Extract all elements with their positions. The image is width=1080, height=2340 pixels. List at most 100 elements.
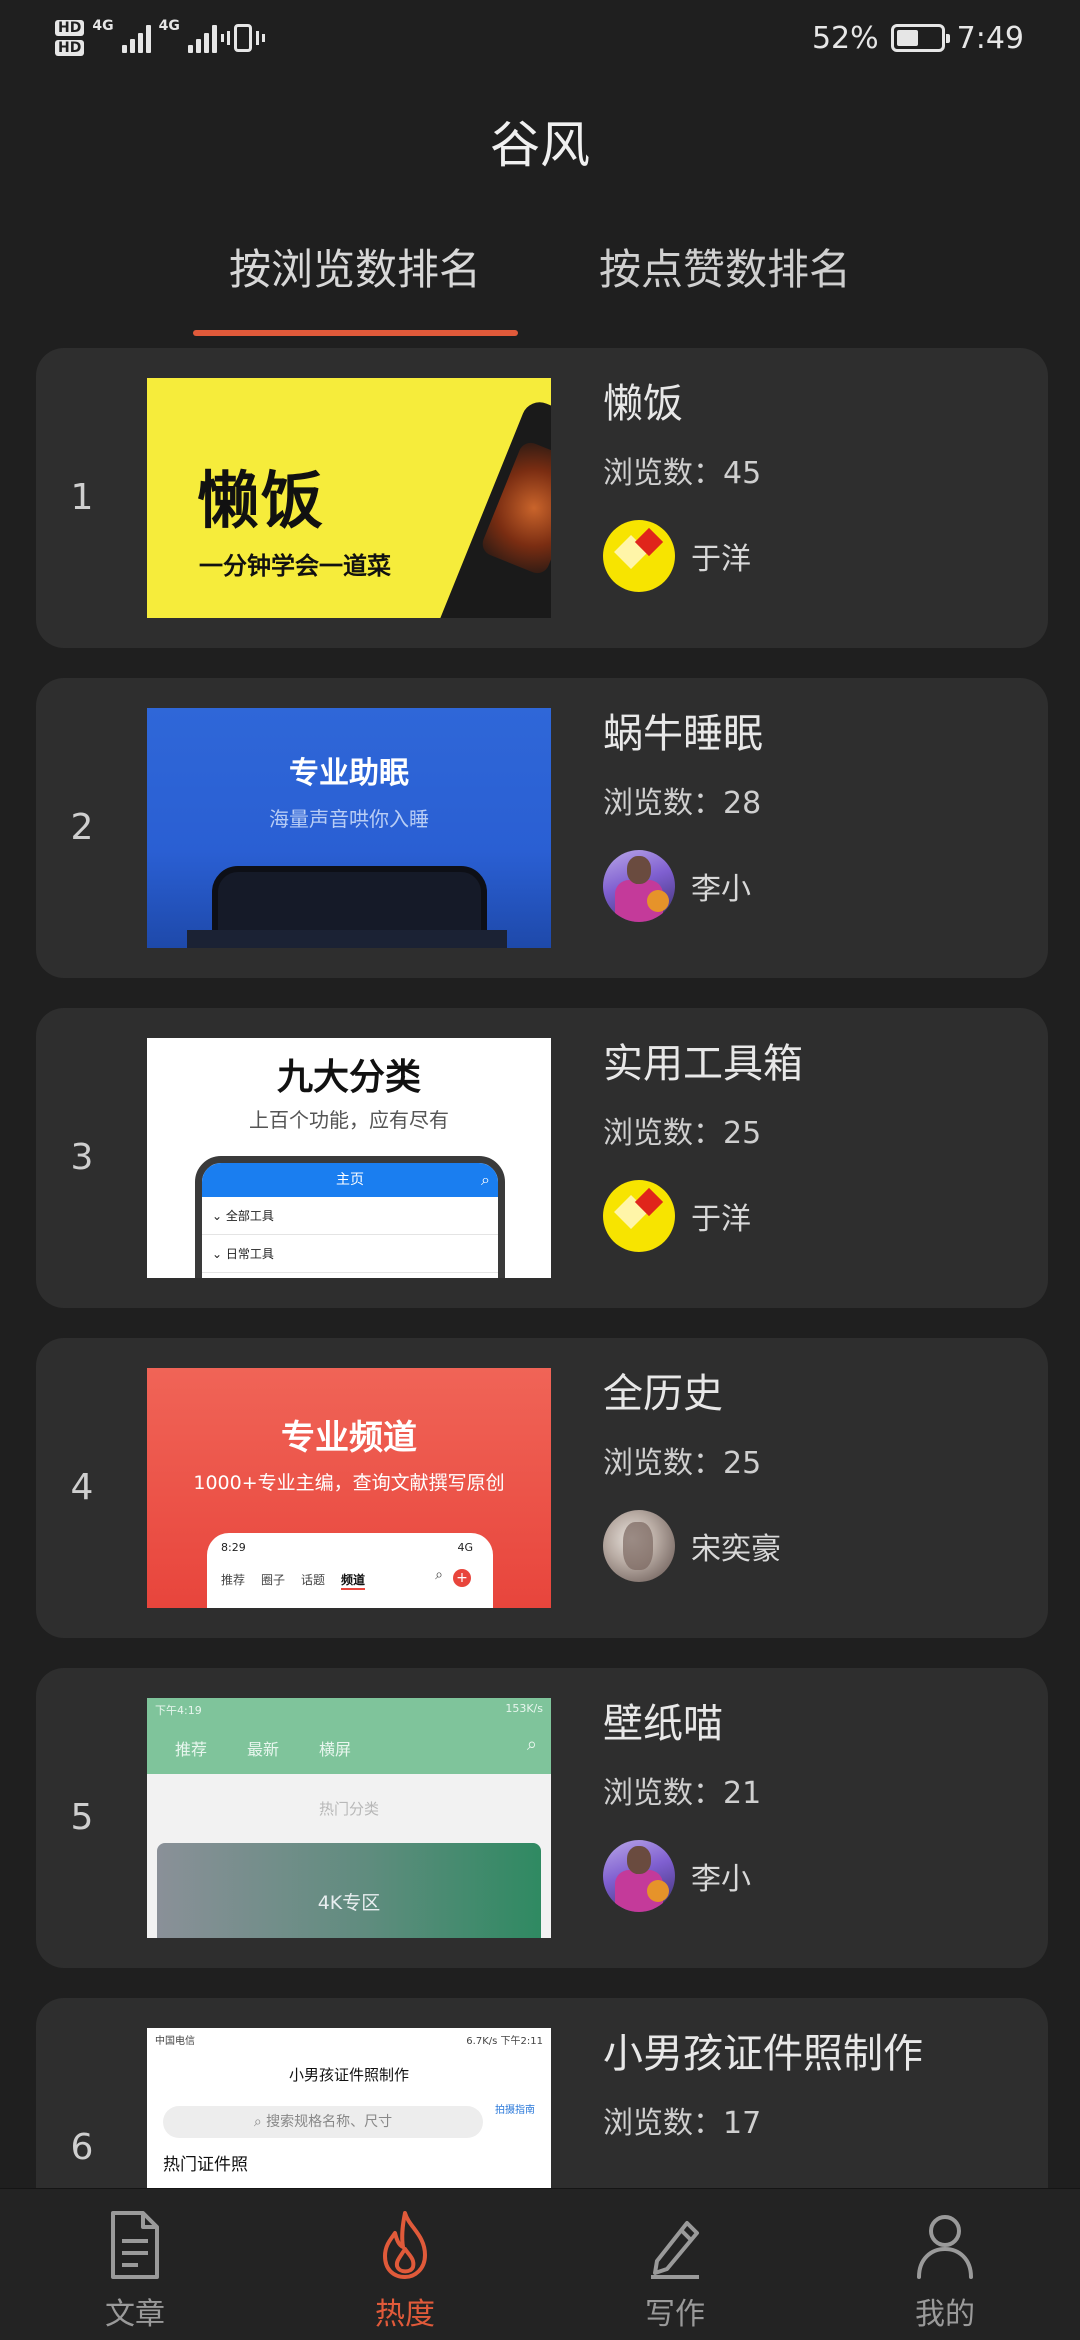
rank-number: 1 xyxy=(70,477,94,518)
phone-clock: 下午2:11 xyxy=(500,2036,543,2047)
signal-icon-2 xyxy=(187,23,217,53)
status-left: HD HD 4G 4G xyxy=(55,14,265,62)
search-icon: ⌕ xyxy=(435,1567,443,1583)
thumbnail-subtitle: 上百个功能，应有尽有 xyxy=(249,1108,449,1132)
app-thumbnail: 九大分类 上百个功能，应有尽有 主页 ⌕ ⌄ 全部工具 ⌄ 日常工具 xyxy=(147,1038,551,1278)
item-title: 实用工具箱 xyxy=(603,1041,803,1087)
phone-row: ⌄ 日常工具 xyxy=(202,1235,498,1273)
author-name: 宋奕豪 xyxy=(691,1532,781,1567)
section-label: 热门分类 xyxy=(318,1800,379,1818)
avatar xyxy=(603,520,675,592)
view-count: 浏览数：25 xyxy=(603,1446,762,1481)
author[interactable]: 宋奕豪 xyxy=(603,1510,1043,1582)
item-info: 懒饭 浏览数：45 于洋 xyxy=(603,376,1043,592)
search-icon: ⌕ xyxy=(481,1170,490,1189)
tab-strip-image xyxy=(187,930,507,948)
network-type-1: 4G xyxy=(92,18,114,34)
item-info: 壁纸喵 浏览数：21 李小 xyxy=(603,1696,1043,1912)
avatar xyxy=(603,1180,675,1252)
list-item[interactable]: 5 下午4:19 153K/s 推荐 最新 横屏 ⌕ 热门分类 4K专区 壁纸喵… xyxy=(36,1668,1048,1968)
phone-tab: 推荐 xyxy=(175,1740,208,1759)
phone-tabs: 推荐 圈子 话题 频道 xyxy=(221,1571,366,1590)
phone-speed: 153K/s xyxy=(505,1702,543,1715)
author-name: 于洋 xyxy=(691,1202,751,1237)
tab-rank-by-views[interactable]: 按浏览数排名 xyxy=(195,230,515,310)
thumbnail-headline: 专业助眠 xyxy=(289,756,409,791)
tab-rank-by-likes[interactable]: 按点赞数排名 xyxy=(570,230,880,310)
phone-time: 8:29 xyxy=(221,1541,246,1554)
rank-number: 5 xyxy=(70,1797,94,1838)
nav-hot[interactable]: 热度 xyxy=(305,2189,505,2340)
signal-icon-1 xyxy=(121,23,151,53)
thumbnail-subtitle: 一分钟学会一道菜 xyxy=(199,552,391,580)
battery-fill xyxy=(896,30,919,46)
phone-tab: 横屏 xyxy=(319,1740,352,1759)
phone-tab: 话题 xyxy=(301,1573,326,1587)
phone-row-label: 全部工具 xyxy=(225,1209,274,1223)
view-count: 浏览数：45 xyxy=(603,456,762,491)
thumbnail-subtitle: 1000+专业主编，查询文献撰写原创 xyxy=(193,1472,505,1494)
app-thumbnail: 专业助眠 海量声音哄你入睡 xyxy=(147,708,551,948)
item-info: 全历史 浏览数：25 宋奕豪 xyxy=(603,1366,1043,1582)
nav-article[interactable]: 文章 xyxy=(35,2189,235,2340)
author[interactable]: 于洋 xyxy=(603,1180,1043,1252)
list-item[interactable]: 1 懒饭 一分钟学会一道菜 懒饭 浏览数：45 于洋 xyxy=(36,348,1048,648)
battery-percent: 52% xyxy=(811,20,879,56)
author-name: 于洋 xyxy=(691,542,751,577)
view-count: 浏览数：17 xyxy=(603,2106,762,2141)
phone-image: 8:29 4G 推荐 圈子 话题 频道 ⌕ + xyxy=(207,1533,493,1608)
thumbnail-subtitle: 海量声音哄你入睡 xyxy=(269,807,429,831)
nav-label: 文章 xyxy=(105,2297,165,2332)
author[interactable]: 李小 xyxy=(603,1840,1043,1912)
hd-indicators: HD HD xyxy=(55,20,85,56)
item-info: 小男孩证件照制作 浏览数：17 xyxy=(603,2026,1043,2144)
battery-icon xyxy=(890,24,950,52)
page-title: 谷风 xyxy=(490,116,590,174)
phone-tab: 圈子 xyxy=(261,1573,286,1587)
item-title: 懒饭 xyxy=(603,381,683,427)
ranking-list: 1 懒饭 一分钟学会一道菜 懒饭 浏览数：45 于洋 2 专业助眠 海量声音哄你… xyxy=(36,348,1048,2328)
status-bar: HD HD 4G 4G 52% 7:49 xyxy=(0,0,1080,80)
flame-icon xyxy=(383,2211,427,2279)
status-right: 52% 7:49 xyxy=(812,14,1024,62)
clock: 7:49 xyxy=(956,20,1024,56)
list-item[interactable]: 3 九大分类 上百个功能，应有尽有 主页 ⌕ ⌄ 全部工具 ⌄ 日常工具 实用工具… xyxy=(36,1008,1048,1308)
item-title: 小男孩证件照制作 xyxy=(603,2031,923,2077)
rank-number: 2 xyxy=(70,807,94,848)
person-icon xyxy=(917,2215,973,2279)
pen-icon xyxy=(651,2221,699,2279)
avatar xyxy=(603,1840,675,1912)
ranking-tabs: 按浏览数排名 按点赞数排名 xyxy=(0,230,1080,340)
item-title: 蜗牛睡眠 xyxy=(603,711,763,757)
list-item[interactable]: 4 专业频道 1000+专业主编，查询文献撰写原创 8:29 4G 推荐 圈子 … xyxy=(36,1338,1048,1638)
thumbnail-headline: 懒饭 xyxy=(197,464,326,537)
rank-number: 3 xyxy=(70,1137,94,1178)
phone-search-placeholder: 搜索规格名称、尺寸 xyxy=(266,2114,393,2130)
author[interactable]: 于洋 xyxy=(603,520,1043,592)
document-icon xyxy=(111,2211,159,2279)
app-thumbnail: 懒饭 一分钟学会一道菜 xyxy=(147,378,551,618)
nav-label: 我的 xyxy=(915,2297,975,2332)
phone-tabs: 推荐 最新 横屏 xyxy=(175,1736,351,1760)
avatar xyxy=(603,850,675,922)
view-count: 浏览数：28 xyxy=(603,786,762,821)
avatar xyxy=(603,1510,675,1582)
active-tab-indicator xyxy=(193,330,518,336)
phone-status: 6.7K/s 下午2:11 xyxy=(466,2032,543,2047)
author[interactable]: 李小 xyxy=(603,850,1043,922)
phone-image: 主页 ⌕ ⌄ 全部工具 ⌄ 日常工具 xyxy=(195,1156,505,1278)
phone-appbar: 主页 ⌕ xyxy=(202,1163,498,1197)
phone-section: 热门证件照 xyxy=(163,2155,248,2175)
phone-header-image: 下午4:19 153K/s 推荐 最新 横屏 ⌕ xyxy=(147,1698,551,1774)
phone-tab: 最新 xyxy=(247,1740,280,1759)
phone-title: 小男孩证件照制作 xyxy=(288,2066,409,2084)
plus-icon: + xyxy=(453,1569,471,1587)
phone-guide-button: 拍摄指南 xyxy=(495,2105,535,2116)
item-title: 壁纸喵 xyxy=(603,1701,723,1747)
nav-mine[interactable]: 我的 xyxy=(845,2189,1045,2340)
search-icon: ⌕ xyxy=(526,1734,537,1755)
vibrate-icon xyxy=(220,22,265,54)
list-item[interactable]: 2 专业助眠 海量声音哄你入睡 蜗牛睡眠 浏览数：28 李小 xyxy=(36,678,1048,978)
hd-badge-1: HD xyxy=(55,20,85,36)
nav-write[interactable]: 写作 xyxy=(575,2189,775,2340)
